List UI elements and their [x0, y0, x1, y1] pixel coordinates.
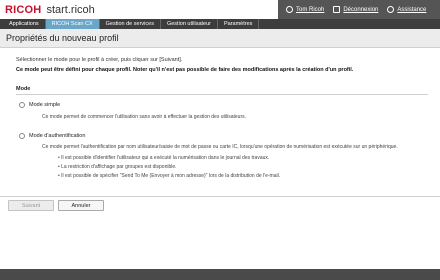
warning-text: Ce mode peut être défini pour chaque pro…	[16, 67, 354, 73]
bottom-bar	[0, 269, 440, 280]
user-name: Tom Ricoh	[296, 6, 325, 13]
main-tabs: Applications RICOH Scan CX Gestion de se…	[0, 19, 440, 29]
option-desc-simple: Ce mode permet de commencer l'utilisatio…	[42, 114, 247, 120]
help-icon	[387, 6, 395, 13]
logout-link[interactable]: Déconnexion	[333, 6, 378, 13]
radio-mode-auth[interactable]	[19, 133, 25, 139]
header: RICOH start.ricoh Tom Ricoh Déconnexion …	[0, 0, 440, 19]
logout-icon	[333, 6, 341, 13]
brand-app-name: start.ricoh	[46, 4, 95, 16]
main-content: Sélectionner le mode pour le profil à cr…	[0, 49, 440, 203]
title-bar: Propriétés du nouveau profil	[0, 29, 440, 48]
ricoh-logo: RICOH start.ricoh	[5, 4, 95, 16]
user-link[interactable]: Tom Ricoh	[286, 6, 324, 13]
page-title: Propriétés du nouveau profil	[6, 33, 119, 43]
footer-divider	[0, 196, 440, 197]
help-link[interactable]: Assistance	[387, 6, 426, 13]
tab-applications[interactable]: Applications	[3, 19, 46, 29]
option-label-simple[interactable]: Mode simple	[29, 102, 60, 108]
list-item: • Il est possible de spécifier "Send To …	[58, 173, 281, 179]
tab-gestion-services[interactable]: Gestion de services	[100, 19, 161, 29]
radio-mode-simple[interactable]	[19, 102, 25, 108]
intro-text: Sélectionner le mode pour le profil à cr…	[16, 57, 183, 63]
help-label: Assistance	[397, 6, 427, 13]
mode-section-heading: Mode	[16, 86, 31, 92]
list-item: • Il est possible d'identifier l'utilisa…	[58, 155, 270, 161]
section-divider	[16, 94, 428, 95]
option-desc-auth: Ce mode permet l'authentification par no…	[42, 144, 398, 150]
tab-parametres[interactable]: Paramètres	[218, 19, 260, 29]
brand-company: RICOH	[5, 4, 42, 16]
user-bar: Tom Ricoh Déconnexion Assistance	[278, 0, 440, 19]
cancel-button[interactable]: Annuler	[58, 200, 104, 211]
list-item: • La restriction d'affichage par groupes…	[58, 164, 177, 170]
tab-ricoh-scan-cx[interactable]: RICOH Scan CX	[45, 19, 100, 29]
user-icon	[286, 6, 293, 13]
logout-label: Déconnexion	[343, 6, 379, 13]
option-label-auth[interactable]: Mode d'authentification	[29, 133, 85, 139]
next-button[interactable]: Suivant	[8, 200, 54, 211]
tab-gestion-utilisateur[interactable]: Gestion utilisateur	[161, 19, 218, 29]
